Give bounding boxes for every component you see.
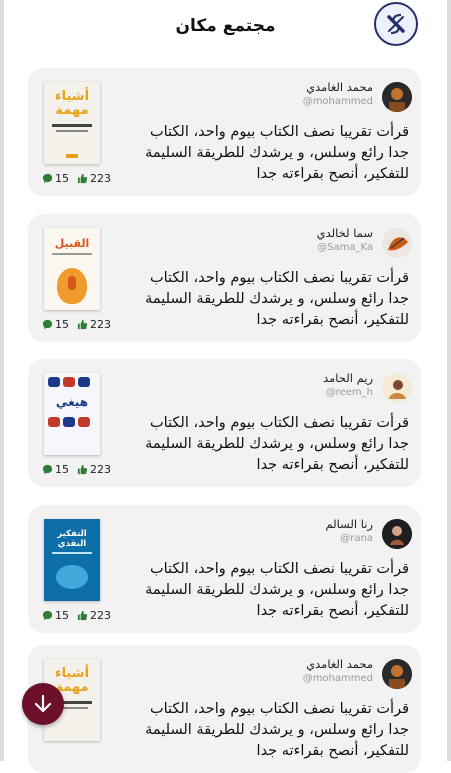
post-author-name[interactable]: محمد الغامدي [306, 657, 373, 671]
book-cover-title: هيغي [55, 395, 89, 409]
scroll-down-button[interactable] [22, 683, 64, 725]
comments-stat[interactable]: 15 [42, 609, 69, 622]
book-cover-title: القبيل [54, 237, 90, 250]
comment-icon [42, 464, 53, 475]
comments-count: 15 [55, 318, 69, 331]
book-cover-title: التفكير النقدي [57, 529, 87, 549]
post-stats: 15 223 [42, 172, 111, 185]
likes-stat[interactable]: 223 [77, 463, 111, 476]
book-cover[interactable]: أشياء مهمة [44, 82, 100, 164]
post-text: قرأت تقريبا نصف الكتاب بيوم واحد، الكتاب… [145, 270, 409, 328]
post-author-handle[interactable]: @Sama_Ka [317, 242, 373, 253]
post-stats: 15 223 [42, 609, 111, 622]
likes-count: 223 [90, 463, 111, 476]
post-text: قرأت تقريبا نصف الكتاب بيوم واحد، الكتاب… [145, 561, 409, 619]
likes-stat[interactable]: 223 [77, 609, 111, 622]
likes-count: 223 [90, 318, 111, 331]
thumbs-up-icon [77, 610, 88, 621]
post-text: قرأت تقريبا نصف الكتاب بيوم واحد، الكتاب… [145, 124, 409, 182]
post-author-name[interactable]: سما لخالدي [317, 226, 373, 240]
app-logo-icon[interactable] [374, 2, 418, 46]
likes-stat[interactable]: 223 [77, 172, 111, 185]
post-card[interactable]: محمد الغامدي @mohammed قرأت تقريبا نصف ا… [28, 68, 421, 196]
post-text: قرأت تقريبا نصف الكتاب بيوم واحد، الكتاب… [145, 415, 409, 473]
post-stats: 15 223 [42, 463, 111, 476]
comment-icon [42, 173, 53, 184]
post-author-handle[interactable]: @mohammed [303, 96, 373, 107]
thumbs-up-icon [77, 173, 88, 184]
book-cover[interactable]: القبيل [44, 228, 100, 310]
likes-count: 223 [90, 609, 111, 622]
app-header: مجتمع مكان [0, 0, 451, 56]
comments-stat[interactable]: 15 [42, 463, 69, 476]
thumbs-up-icon [77, 464, 88, 475]
post-feed[interactable]: محمد الغامدي @mohammed قرأت تقريبا نصف ا… [0, 0, 451, 773]
likes-count: 223 [90, 172, 111, 185]
post-author-name[interactable]: محمد الغامدي [306, 80, 373, 94]
post-text: قرأت تقريبا نصف الكتاب بيوم واحد، الكتاب… [145, 701, 409, 759]
comments-count: 15 [55, 609, 69, 622]
comments-stat[interactable]: 15 [42, 172, 69, 185]
post-card[interactable]: ريم الحامد @reem_h قرأت تقريبا نصف الكتا… [28, 359, 421, 487]
post-stats: 15 223 [42, 318, 111, 331]
book-cover[interactable]: التفكير النقدي [44, 519, 100, 601]
thumbs-up-icon [77, 319, 88, 330]
post-author-name[interactable]: رنا السالم [325, 517, 373, 531]
book-cover[interactable]: هيغي [44, 373, 100, 455]
comments-count: 15 [55, 463, 69, 476]
post-author-handle[interactable]: @rana [340, 533, 373, 544]
comment-icon [42, 610, 53, 621]
arrow-down-icon [34, 694, 52, 713]
post-author-name[interactable]: ريم الحامد [323, 371, 373, 385]
post-author-handle[interactable]: @mohammed [303, 673, 373, 684]
post-card[interactable]: محمد الغامدي @mohammed قرأت تقريبا نصف ا… [28, 645, 421, 773]
likes-stat[interactable]: 223 [77, 318, 111, 331]
comment-icon [42, 319, 53, 330]
comments-count: 15 [55, 172, 69, 185]
user-avatar[interactable] [382, 82, 412, 112]
user-avatar[interactable] [382, 373, 412, 403]
post-author-handle[interactable]: @reem_h [326, 387, 373, 398]
user-avatar[interactable] [382, 228, 412, 258]
post-card[interactable]: رنا السالم @rana قرأت تقريبا نصف الكتاب … [28, 505, 421, 633]
user-avatar[interactable] [382, 519, 412, 549]
user-avatar[interactable] [382, 659, 412, 689]
post-card[interactable]: سما لخالدي @Sama_Ka قرأت تقريبا نصف الكت… [28, 214, 421, 342]
book-cover-title: أشياء مهمة [54, 89, 90, 118]
comments-stat[interactable]: 15 [42, 318, 69, 331]
